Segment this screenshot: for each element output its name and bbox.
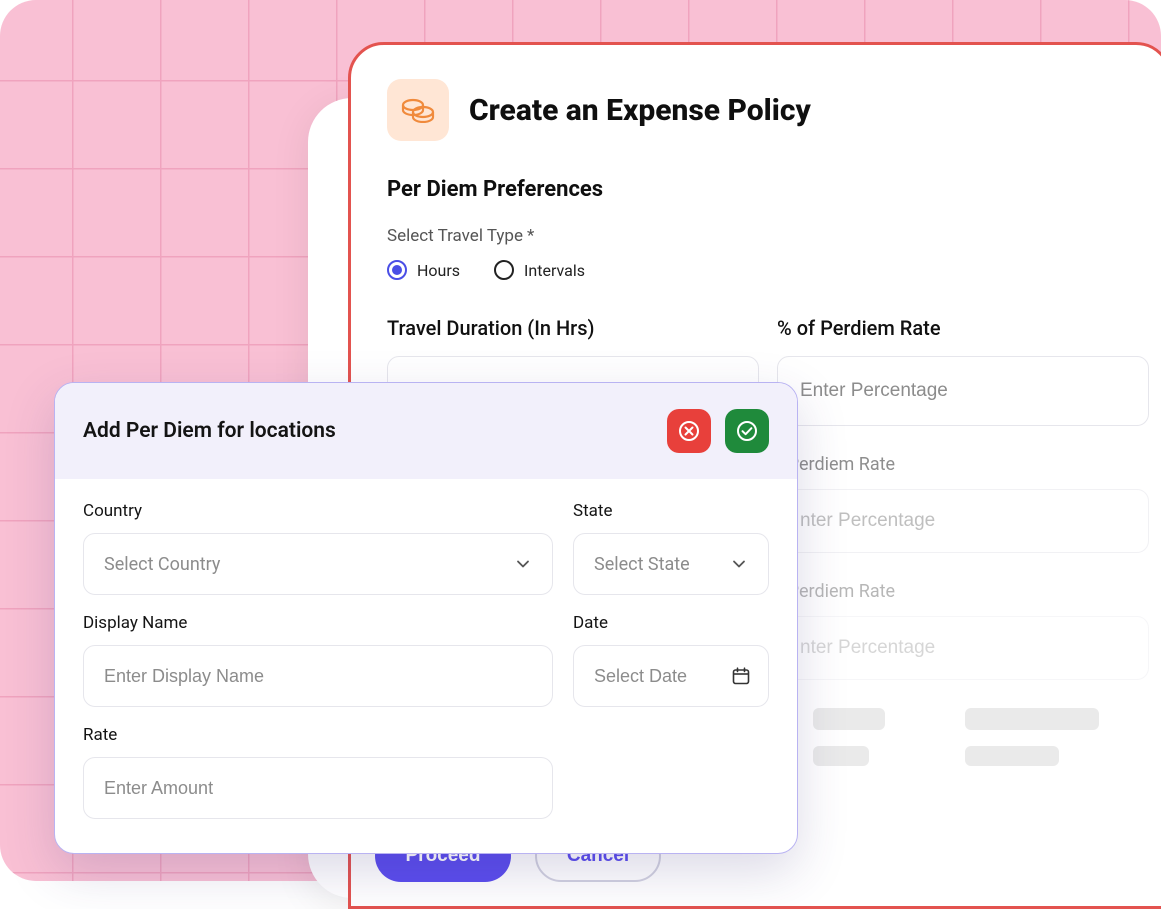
rate-input[interactable] <box>83 757 553 819</box>
travel-type-radio-group: Hours Intervals <box>387 260 1133 280</box>
chevron-down-icon <box>514 555 532 573</box>
chevron-down-icon <box>730 555 748 573</box>
section-title: Per Diem Preferences <box>387 177 1133 202</box>
state-select-value: Select State <box>594 554 690 575</box>
display-name-input[interactable] <box>83 645 553 707</box>
radio-hours[interactable]: Hours <box>387 260 460 280</box>
check-circle-icon <box>736 420 758 442</box>
modal-header: Add Per Diem for locations <box>55 383 797 479</box>
country-select[interactable]: Select Country <box>83 533 553 595</box>
travel-type-label: Select Travel Type* <box>387 226 534 246</box>
modal-title: Add Per Diem for locations <box>83 419 336 443</box>
policy-title: Create an Expense Policy <box>469 93 811 128</box>
percentage-input-dup-1[interactable] <box>777 489 1149 553</box>
modal-close-button[interactable] <box>667 409 711 453</box>
calendar-icon <box>731 666 751 686</box>
radio-hours-label: Hours <box>417 261 460 280</box>
perdiem-rate-label-dup-2: f Perdiem Rate <box>777 581 1149 602</box>
display-name-label: Display Name <box>83 613 553 633</box>
percentage-input-dup-2[interactable] <box>777 616 1149 680</box>
radio-selected-icon <box>387 260 407 280</box>
modal-confirm-button[interactable] <box>725 409 769 453</box>
rate-label: Rate <box>83 725 553 745</box>
country-select-value: Select Country <box>104 554 220 575</box>
perdiem-rate-label-dup-1: f Perdiem Rate <box>777 454 1149 475</box>
duration-label: Travel Duration (In Hrs) <box>387 316 759 340</box>
add-per-diem-modal: Add Per Diem for locations <box>54 382 798 854</box>
date-label: Date <box>573 613 769 633</box>
radio-unselected-icon <box>494 260 514 280</box>
radio-intervals[interactable]: Intervals <box>494 260 585 280</box>
coins-icon <box>387 79 449 141</box>
percentage-input[interactable] <box>777 356 1149 426</box>
radio-intervals-label: Intervals <box>524 261 585 280</box>
policy-header: Create an Expense Policy <box>387 79 1133 141</box>
state-select[interactable]: Select State <box>573 533 769 595</box>
country-label: Country <box>83 501 553 521</box>
close-circle-icon <box>678 420 700 442</box>
perdiem-rate-label: % of Perdiem Rate <box>777 316 1149 340</box>
state-label: State <box>573 501 769 521</box>
